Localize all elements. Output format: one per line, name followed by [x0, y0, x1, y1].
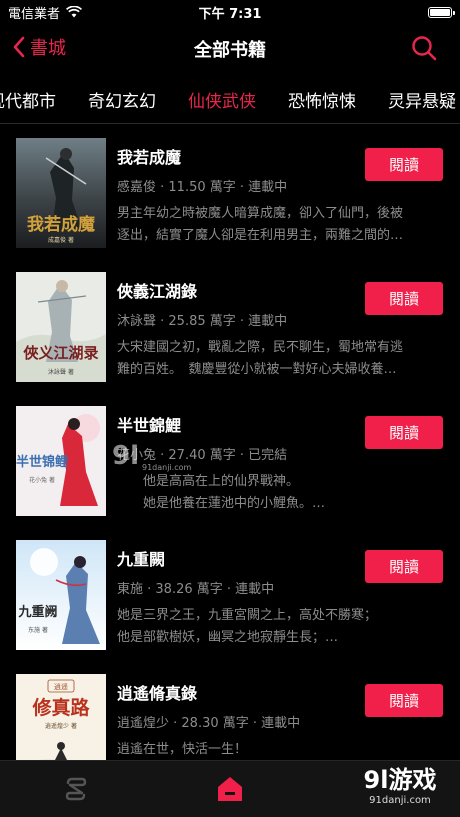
category-tabs-row: 现代都市 奇幻玄幻 仙侠武侠 恐怖惊悚 灵异悬疑: [0, 78, 456, 120]
tab-fantasy[interactable]: 奇幻玄幻: [88, 87, 156, 112]
wifi-icon: [66, 6, 83, 18]
book-cover-art: 半世锦鲤 花小兔 著: [16, 406, 106, 516]
read-button[interactable]: 閱讀: [365, 416, 443, 449]
book-cover-title: 我若成魔: [27, 214, 95, 235]
book-cover[interactable]: 俠义江湖录 沐詠聲 著: [16, 272, 106, 382]
book-item[interactable]: 半世锦鲤 花小兔 著 半世錦鯉 花小兔 · 27.40 萬字 · 已完結 他是高…: [0, 394, 460, 528]
book-title[interactable]: 九重闕: [117, 546, 165, 570]
store-icon[interactable]: [216, 775, 244, 803]
book-cover[interactable]: 半世锦鲤 花小兔 著: [16, 406, 106, 516]
book-description-line: 她是他養在蓮池中的小鯉魚。…: [117, 496, 326, 511]
read-button[interactable]: 閱讀: [365, 684, 443, 717]
battery-icon: [428, 6, 455, 18]
book-cover-author: 东施 著: [28, 626, 48, 634]
search-icon[interactable]: [410, 34, 438, 62]
book-cover[interactable]: 九重阙 东施 著: [16, 540, 106, 650]
book-description-line: 他是高高在上的仙界戰神。: [117, 474, 300, 489]
bookshelf-icon[interactable]: [62, 775, 90, 803]
book-item[interactable]: 九重阙 东施 著 九重闕 東施 · 38.26 萬字 · 連載中 她是三界之王，…: [0, 528, 460, 662]
read-button[interactable]: 閱讀: [365, 148, 443, 181]
carrier-label: 電信業者: [8, 6, 61, 22]
watermark: 9l游戏 91danji.com: [352, 766, 448, 812]
book-description-line: 難的百姓。 魏慶豐從小就被一對好心夫婦收養…: [117, 362, 397, 377]
book-item[interactable]: 俠义江湖录 沐詠聲 著 俠義江湖錄 沐詠聲 · 25.85 萬字 · 連載中 大…: [0, 260, 460, 394]
tab-modern-city[interactable]: 现代都市: [0, 87, 56, 112]
category-tabs: 现代都市 奇幻玄幻 仙侠武侠 恐怖惊悚 灵异悬疑: [0, 78, 460, 120]
book-cover-art: 我若成魔 成嘉俊 著: [16, 138, 106, 248]
watermark-logo: 9l游戏: [363, 766, 437, 794]
page-title: 全部书籍: [194, 40, 266, 61]
back-button-label: 書城: [30, 38, 66, 59]
status-left: 電信業者: [8, 3, 83, 22]
book-cover-subtitle: 逍遥: [54, 682, 68, 691]
read-button[interactable]: 閱讀: [365, 550, 443, 583]
tabs-divider: [0, 123, 460, 124]
book-list: 我若成魔 成嘉俊 著 我若成魔 慼嘉俊 · 11.50 萬字 · 連載中 男主年…: [0, 126, 460, 760]
book-title[interactable]: 我若成魔: [117, 144, 181, 168]
battery-level: [430, 8, 450, 16]
book-title[interactable]: 逍遙脩真錄: [117, 680, 197, 704]
book-description: 她是三界之王，九重宮闕之上，高处不勝寒； 他是部歡樹妖，幽冥之地寂靜生長；…: [117, 605, 445, 649]
status-right: [428, 6, 455, 18]
book-title[interactable]: 半世錦鯉: [117, 412, 181, 436]
book-cover-title: 九重阙: [17, 604, 57, 620]
book-cover-author: 成嘉俊 著: [48, 236, 74, 244]
book-description: 他是高高在上的仙界戰神。 她是他養在蓮池中的小鯉魚。…: [117, 471, 445, 515]
book-cover-art: 九重阙 东施 著: [16, 540, 106, 650]
tab-horror[interactable]: 恐怖惊悚: [288, 87, 356, 112]
book-cover[interactable]: 逍遥 修真路 逍遥煌少 著: [16, 674, 106, 760]
book-cover-author: 逍遥煌少 著: [45, 722, 77, 730]
back-button[interactable]: 書城: [12, 34, 66, 60]
book-cover-art: 逍遥 修真路 逍遥煌少 著: [16, 674, 106, 760]
book-cover-title: 俠义江湖录: [22, 344, 98, 362]
book-cover[interactable]: 我若成魔 成嘉俊 著: [16, 138, 106, 248]
book-cover-title: 半世锦鲤: [16, 454, 68, 470]
nav-bar: 書城 全部书籍: [0, 28, 460, 68]
book-description: 逍遙在世，快活一生！: [117, 739, 445, 760]
tab-supernatural[interactable]: 灵异悬疑: [388, 87, 456, 112]
book-description: 男主年幼之時被魔人暗算成魔，卻入了仙門，後被 逐出，結實了魔人卻是在利用男主，兩…: [117, 203, 445, 247]
book-meta: 沐詠聲 · 25.85 萬字 · 連載中: [117, 314, 288, 329]
book-meta: 花小兔 · 27.40 萬字 · 已完結: [117, 448, 288, 463]
watermark-url: 91danji.com: [369, 795, 431, 806]
book-title[interactable]: 俠義江湖錄: [117, 278, 197, 302]
book-description-line: 她是三界之王，九重宮闕之上，高处不勝寒；: [117, 608, 378, 623]
book-description-line: 逍遙在世，快活一生！: [117, 742, 248, 757]
book-meta: 東施 · 38.26 萬字 · 連載中: [117, 582, 275, 597]
read-button[interactable]: 閱讀: [365, 282, 443, 315]
book-description-line: 男主年幼之時被魔人暗算成魔，卻入了仙門，後被: [117, 206, 404, 221]
book-cover-author: 花小兔 著: [29, 476, 55, 484]
book-description-line: 他是部歡樹妖，幽冥之地寂靜生長；…: [117, 630, 339, 645]
book-meta: 慼嘉俊 · 11.50 萬字 · 連載中: [117, 180, 288, 195]
book-item[interactable]: 我若成魔 成嘉俊 著 我若成魔 慼嘉俊 · 11.50 萬字 · 連載中 男主年…: [0, 126, 460, 260]
book-description-line: 大宋建國之初，戰亂之際，民不聊生，蜀地常有逃: [117, 340, 404, 355]
book-cover-title: 修真路: [31, 696, 90, 719]
book-description-line: 逐出，結實了魔人卻是在利用男主，兩難之間的…: [117, 228, 404, 243]
book-cover-author: 沐詠聲 著: [48, 368, 74, 376]
book-item[interactable]: 逍遥 修真路 逍遥煌少 著 逍遙脩真錄 逍遙煌少 · 28.30 萬字 · 連載…: [0, 662, 460, 760]
book-description: 大宋建國之初，戰亂之際，民不聊生，蜀地常有逃 難的百姓。 魏慶豐從小就被一對好心…: [117, 337, 445, 381]
chevron-left-icon: [13, 36, 25, 58]
status-bar: 電信業者 下午 7:31: [0, 0, 460, 24]
book-meta: 逍遙煌少 · 28.30 萬字 · 連載中: [117, 716, 301, 731]
book-cover-art: 俠义江湖录 沐詠聲 著: [16, 272, 106, 382]
tab-xianxia[interactable]: 仙侠武侠: [188, 87, 256, 112]
